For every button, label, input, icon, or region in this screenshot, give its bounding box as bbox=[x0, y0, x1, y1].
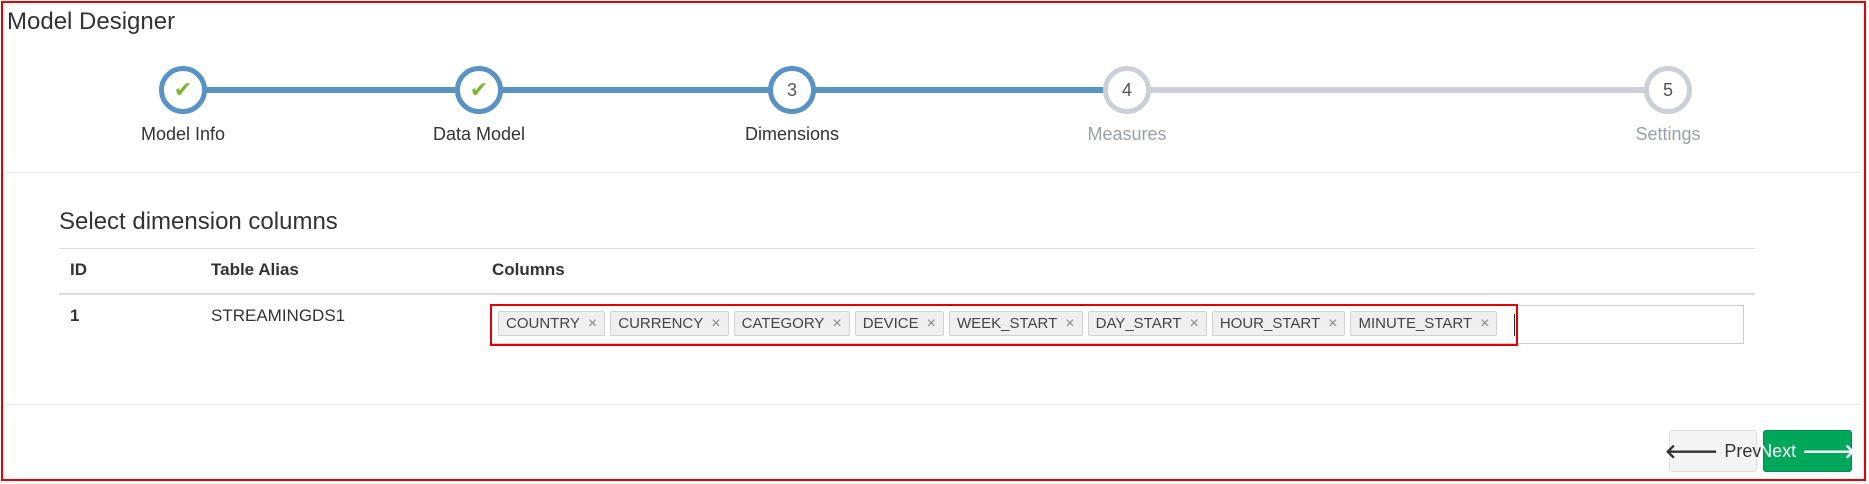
table-header-border bbox=[59, 293, 1755, 295]
check-icon: ✔ bbox=[173, 77, 193, 102]
wizard-track bbox=[183, 87, 1669, 93]
prev-button-label: Prev bbox=[1724, 440, 1762, 461]
step-circle: ✔ bbox=[159, 66, 207, 114]
next-button[interactable]: Next 🡒 bbox=[1759, 430, 1856, 472]
header-columns: Columns bbox=[492, 260, 565, 279]
table-top-border bbox=[59, 248, 1755, 249]
header-id: ID bbox=[70, 260, 87, 279]
step-circle: 4 bbox=[1103, 66, 1151, 114]
arrow-right-icon: 🡒 bbox=[1802, 440, 1856, 463]
tags-highlight-box bbox=[490, 304, 1518, 346]
divider bbox=[6, 404, 1862, 405]
step-label: Measures bbox=[1087, 124, 1167, 144]
header-table-alias: Table Alias bbox=[211, 260, 299, 279]
wizard-progress-fill bbox=[183, 87, 1105, 93]
step-number: 5 bbox=[1662, 79, 1673, 100]
section-title: Select dimension columns bbox=[59, 208, 338, 235]
step-label: Data Model bbox=[432, 124, 526, 144]
step-number: 3 bbox=[786, 79, 797, 100]
arrow-left-icon: 🡐 bbox=[1664, 440, 1719, 463]
check-icon: ✔ bbox=[469, 77, 489, 102]
step-label: Model Info bbox=[140, 124, 226, 144]
row-table-alias: STREAMINGDS1 bbox=[211, 306, 346, 325]
divider bbox=[6, 172, 1862, 173]
step-circle: 5 bbox=[1644, 66, 1692, 114]
highlight-frame bbox=[1, 1, 1866, 481]
prev-button[interactable]: 🡐 Prev bbox=[1665, 430, 1761, 472]
step-number: 4 bbox=[1121, 79, 1132, 100]
next-button-label: Next bbox=[1759, 440, 1797, 461]
page-title: Model Designer bbox=[7, 8, 176, 35]
step-circle: 3 bbox=[768, 66, 816, 114]
step-label: Settings bbox=[1635, 124, 1701, 144]
step-circle: ✔ bbox=[455, 66, 503, 114]
step-label: Dimensions bbox=[744, 124, 840, 144]
row-id: 1 bbox=[70, 306, 80, 325]
